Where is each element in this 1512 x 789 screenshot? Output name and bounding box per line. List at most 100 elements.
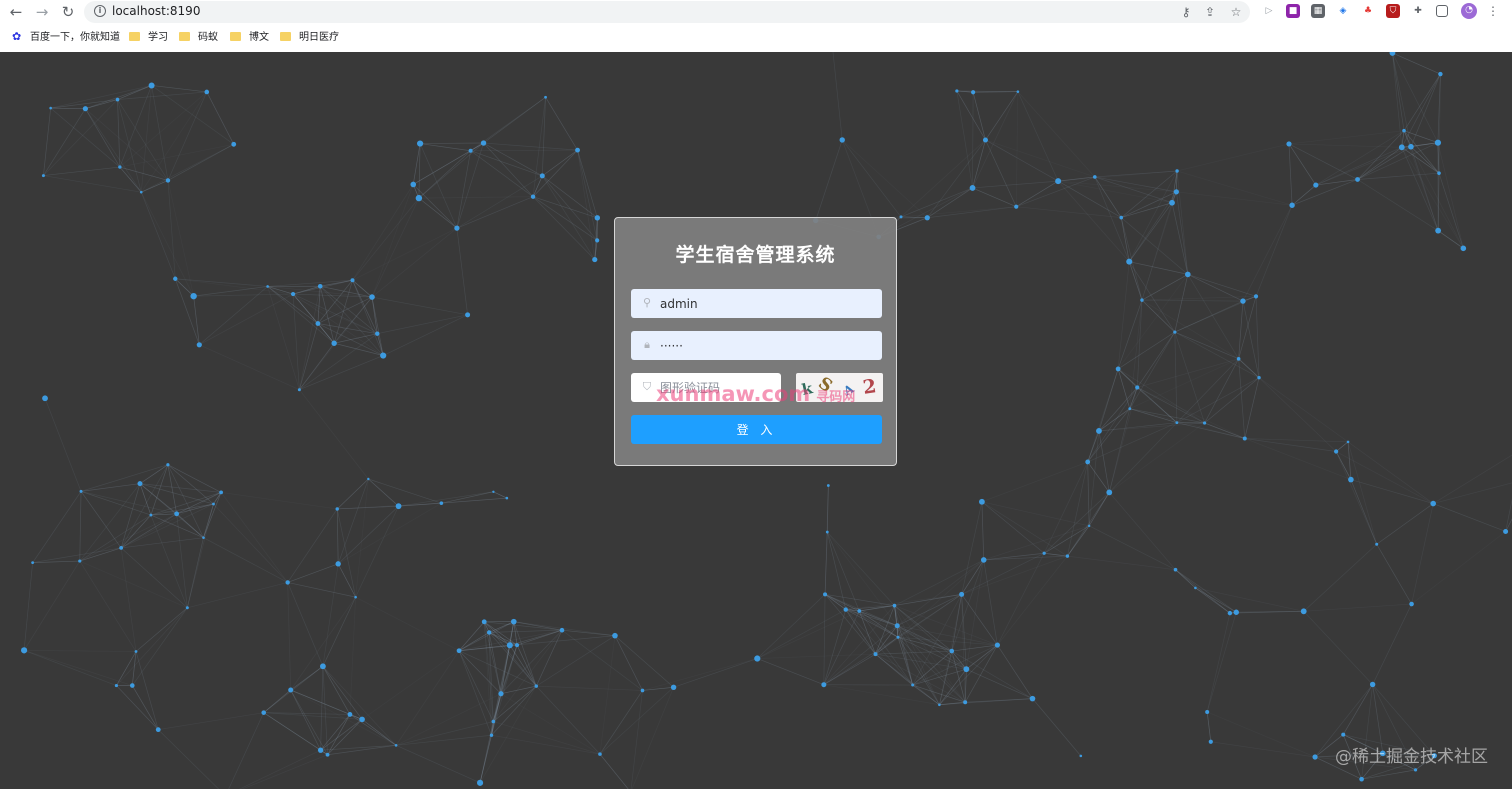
network-node [166, 463, 170, 467]
bookmark-baidu[interactable]: ✿ 百度一下，你就知道 [12, 30, 120, 46]
bookmark-maiyi[interactable]: 码蚁 [179, 30, 218, 46]
network-link [1255, 205, 1293, 297]
puzzle-icon[interactable]: ✚ [1411, 4, 1425, 18]
network-node [1437, 171, 1441, 175]
network-link [287, 582, 292, 691]
bookmark-study[interactable]: 学习 [129, 30, 168, 46]
avatar[interactable]: ◔ [1461, 3, 1477, 19]
password-field[interactable]: 🔒︎ [631, 331, 882, 360]
reload-icon[interactable]: ↻ [58, 2, 78, 22]
address-url[interactable]: localhost:8190 [112, 4, 200, 18]
network-link [1350, 479, 1434, 504]
network-node [317, 283, 323, 289]
side-panel-icon[interactable] [1436, 5, 1448, 17]
network-link [1505, 498, 1512, 532]
password-input[interactable] [660, 331, 860, 360]
login-button[interactable]: 登 入 [631, 415, 882, 444]
network-link [1433, 482, 1512, 504]
network-link [997, 555, 1068, 646]
network-node [979, 498, 985, 505]
network-node [325, 752, 330, 757]
network-link [120, 547, 137, 652]
network-node [1119, 215, 1124, 220]
network-node [1286, 141, 1292, 147]
network-node [285, 580, 290, 585]
network-link [1392, 52, 1441, 75]
star-icon[interactable]: ☆ [1228, 5, 1244, 19]
network-node [1185, 271, 1191, 278]
network-link [50, 85, 152, 109]
network-node [505, 496, 509, 500]
network-link [488, 632, 511, 646]
extension-grid-icon[interactable]: ▦ [1311, 4, 1325, 18]
network-link [1015, 91, 1019, 207]
network-node [826, 484, 830, 487]
network-link [322, 666, 351, 715]
network-node [31, 561, 35, 565]
extension-cursor-icon[interactable]: ▷ [1262, 4, 1276, 18]
forward-arrow-icon[interactable]: → [32, 2, 52, 22]
share-icon[interactable]: ⇪ [1202, 5, 1218, 19]
username-input[interactable] [660, 289, 860, 318]
site-info-icon[interactable]: i [94, 5, 106, 17]
network-link [1098, 368, 1119, 432]
network-link [897, 559, 984, 626]
network-link [349, 597, 356, 715]
watermark-text: xunmaw.com [656, 382, 811, 406]
network-link [1244, 438, 1349, 443]
network-node [894, 623, 900, 629]
network-link [79, 560, 137, 652]
network-node [839, 137, 845, 143]
network-link [176, 503, 214, 515]
network-link [141, 143, 234, 193]
network-node [139, 190, 143, 194]
network-link [456, 175, 543, 229]
extension-shield-icon[interactable]: ⛉ [1386, 4, 1400, 18]
address-bar[interactable]: i localhost:8190 ⚷ ⇪ ☆ [84, 1, 1250, 23]
network-link [823, 594, 826, 685]
network-node [1359, 776, 1364, 782]
network-node [204, 89, 210, 95]
page-title: 学生宿舍管理系统 [675, 244, 836, 266]
network-link [1120, 217, 1143, 301]
network-link [355, 596, 460, 652]
network-node [394, 744, 398, 747]
network-node [354, 595, 357, 599]
network-link [1171, 202, 1189, 275]
network-link [456, 228, 468, 315]
network-link [815, 139, 843, 221]
extension-purple-icon[interactable]: ■ [1286, 4, 1300, 18]
menu-icon[interactable]: ⋮ [1486, 4, 1500, 18]
network-link [894, 605, 899, 638]
extension-red-icon[interactable]: ♣ [1361, 4, 1375, 18]
key-icon[interactable]: ⚷ [1178, 5, 1194, 19]
network-node [1173, 330, 1177, 334]
network-link [824, 594, 876, 655]
folder-icon [230, 31, 241, 41]
network-link [352, 279, 373, 298]
network-link [470, 150, 534, 197]
network-link [395, 650, 460, 746]
network-node [491, 719, 496, 724]
bookmark-blog[interactable]: 博文 [230, 30, 269, 46]
network-link [151, 85, 234, 145]
username-field[interactable]: ⚲ [631, 289, 882, 318]
network-link [456, 150, 471, 229]
network-node [1389, 52, 1396, 56]
network-link [964, 669, 967, 703]
network-link [175, 278, 194, 297]
network-link [419, 143, 458, 229]
network-node [1016, 90, 1020, 93]
extension-layers-icon[interactable]: ◈ [1336, 4, 1350, 18]
network-link [972, 92, 986, 141]
network-link [327, 744, 397, 756]
network-node [980, 557, 987, 563]
network-link [1141, 295, 1257, 301]
network-link [336, 508, 339, 564]
bookmark-label: 博文 [249, 32, 269, 43]
bookmark-mingri[interactable]: 明日医疗 [280, 30, 339, 46]
network-node [670, 684, 677, 690]
network-link [894, 594, 962, 606]
network-link [1437, 142, 1464, 249]
back-arrow-icon[interactable]: ← [6, 2, 26, 22]
